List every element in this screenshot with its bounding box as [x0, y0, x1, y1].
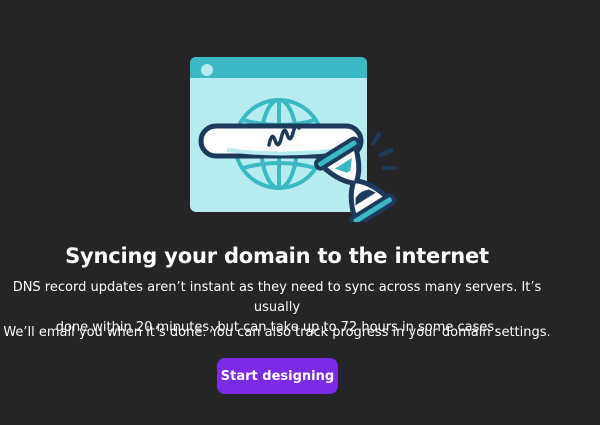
dns-sync-description-line-1: DNS record updates aren’t instant as the…: [12, 280, 542, 315]
start-designing-button[interactable]: Start designing: [217, 358, 338, 394]
email-notification-note: We’ll email you when it’s done. You can …: [3, 325, 551, 340]
motion-lines-icon: [371, 132, 397, 170]
window-dot-icon: [201, 64, 213, 76]
syncing-globe-hourglass-illustration: [190, 57, 397, 222]
page-title: Syncing your domain to the internet: [65, 244, 489, 268]
